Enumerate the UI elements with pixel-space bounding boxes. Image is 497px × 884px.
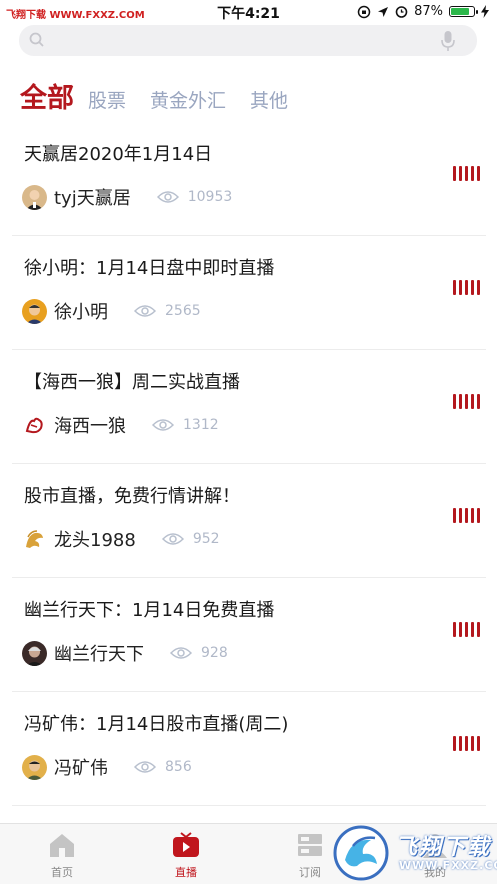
eye-icon <box>161 533 184 545</box>
stream-title: 【海西一狼】周二实战直播 <box>24 372 240 393</box>
watermark-subtext: WWW.FXXZ.COM <box>399 859 497 872</box>
charging-icon <box>481 5 489 18</box>
avatar <box>22 298 47 324</box>
stream-title: 幽兰行天下：1月14日免费直播 <box>24 600 275 621</box>
stream-meta: 海西一狼 1312 <box>22 412 219 438</box>
nav-live-label: 直播 <box>175 866 197 879</box>
tv-play-icon <box>173 832 199 857</box>
avatar <box>22 412 47 438</box>
eye-icon <box>152 419 174 431</box>
avatar <box>22 640 47 666</box>
microphone-icon[interactable] <box>441 30 455 52</box>
subscribe-icon <box>298 834 322 856</box>
nav-home-label: 首页 <box>51 866 73 879</box>
battery-fill <box>451 8 470 15</box>
home-icon <box>50 834 74 857</box>
rotation-lock-icon <box>357 5 371 18</box>
tab-other[interactable]: 其他 <box>250 86 288 113</box>
stream-meta: 冯矿伟 856 <box>22 754 192 780</box>
eye-icon <box>156 191 179 203</box>
live-bars-icon <box>453 280 480 295</box>
stream-title: 股市直播，免费行情讲解！ <box>24 486 240 507</box>
view-count: 928 <box>201 645 228 661</box>
author-name: 徐小明 <box>54 302 108 323</box>
eye-icon <box>170 647 192 659</box>
battery-icon <box>449 6 478 17</box>
watermark-logo: 飞翔下载 WWW.FXXZ.COM <box>327 823 497 883</box>
category-tabs: 全部 股票 黄金外汇 其他 <box>20 76 312 115</box>
stream-meta: 龙头1988 952 <box>22 526 220 552</box>
stream-title: 冯矿伟：1月14日股市直播(周二) <box>24 714 289 735</box>
nav-live[interactable]: 直播 <box>146 824 226 880</box>
list-item[interactable]: 徐小明：1月14日盘中即时直播 徐小明 2565 <box>12 236 486 350</box>
author-name: 海西一狼 <box>54 416 126 437</box>
eye-icon <box>134 761 156 773</box>
author-name: tyj天赢居 <box>54 188 131 209</box>
stream-meta: 幽兰行天下 928 <box>22 640 228 666</box>
status-icons: 87% <box>357 4 489 19</box>
search-bar[interactable] <box>19 25 477 56</box>
eye-icon <box>134 305 156 317</box>
avatar <box>22 526 47 552</box>
alarm-icon <box>395 6 408 18</box>
watermark-circle-icon <box>333 825 389 881</box>
tab-all[interactable]: 全部 <box>20 76 74 115</box>
live-bars-icon <box>453 394 480 409</box>
tab-gold-forex[interactable]: 黄金外汇 <box>150 86 226 113</box>
nav-home[interactable]: 首页 <box>22 824 102 880</box>
list-item[interactable]: 【海西一狼】周二实战直播 海西一狼 1312 <box>12 350 486 464</box>
view-count: 2565 <box>165 303 201 319</box>
avatar <box>22 754 47 780</box>
location-icon <box>378 6 389 17</box>
stream-title: 天赢居2020年1月14日 <box>24 144 213 165</box>
author-name: 冯矿伟 <box>54 758 108 779</box>
stream-meta: tyj天赢居 10953 <box>22 184 232 210</box>
list-item[interactable]: 幽兰行天下：1月14日免费直播 幽兰行天下 928 <box>12 578 486 692</box>
author-name: 龙头1988 <box>54 530 136 551</box>
tab-stocks[interactable]: 股票 <box>88 86 126 113</box>
live-bars-icon <box>453 622 480 637</box>
stream-meta: 徐小明 2565 <box>22 298 201 324</box>
stream-title: 徐小明：1月14日盘中即时直播 <box>24 258 275 279</box>
search-icon <box>29 32 44 47</box>
battery-percent: 87% <box>414 4 443 19</box>
search-input[interactable] <box>53 25 427 56</box>
author-name: 幽兰行天下 <box>54 644 144 665</box>
watermark-text: 飞翔下载 <box>395 835 492 860</box>
view-count: 10953 <box>187 189 233 205</box>
live-bars-icon <box>453 508 480 523</box>
avatar <box>22 184 47 210</box>
list-item[interactable]: 冯矿伟：1月14日股市直播(周二) 冯矿伟 856 <box>12 692 486 806</box>
view-count: 1312 <box>183 417 219 433</box>
status-bar: 飞翔下载 WWW.FXXZ.COM 下午4:21 87% <box>0 0 497 24</box>
list-item[interactable]: 天赢居2020年1月14日 tyj天赢居 10953 <box>12 122 486 236</box>
list-item[interactable]: 股市直播，免费行情讲解！ 龙头1988 952 <box>12 464 486 578</box>
live-bars-icon <box>453 736 480 751</box>
live-bars-icon <box>453 166 480 181</box>
view-count: 856 <box>165 759 192 775</box>
live-stream-list: 天赢居2020年1月14日 tyj天赢居 10953 徐小明：1月14日盘中即时… <box>12 122 486 806</box>
view-count: 952 <box>192 531 220 547</box>
